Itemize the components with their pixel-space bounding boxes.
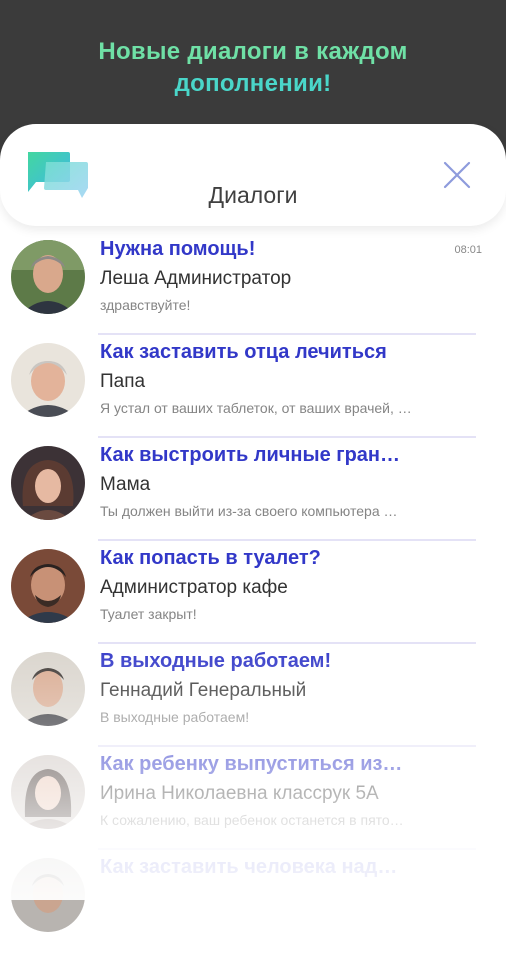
dialog-contact-name: Папа [100,371,146,392]
dialog-row[interactable]: Как выстроить личные гран… Мама Ты долже… [0,438,506,541]
dialog-row[interactable]: Как заставить отца лечиться Папа Я устал… [0,335,506,438]
avatar [11,652,85,726]
dialog-row[interactable]: Как заставить человека над… [0,850,506,953]
dialog-last-message: К сожалению, ваш ребенок останется в пят… [100,812,404,828]
dialog-last-message: В выходные работаем! [100,709,250,725]
dialog-time: 08:01 [454,244,482,256]
dialog-row[interactable]: Как попасть в туалет? Администратор кафе… [0,541,506,644]
promo-line-2: дополнении! [174,70,332,97]
avatar [11,549,85,623]
dialog-row[interactable]: Как ребенку выпуститься из… Ирина Никола… [0,747,506,850]
dialog-last-message: здравствуйте! [100,297,191,313]
promo-line-1: Новые диалоги в каждом [98,38,408,65]
dialog-title: Как выстроить личные гран… [100,444,401,466]
dialog-title: Как заставить человека над… [100,856,398,878]
close-button[interactable] [440,158,474,192]
dialog-last-message: Туалет закрыт! [100,606,197,622]
dialog-title: Как попасть в туалет? [100,547,321,569]
close-icon [443,161,471,189]
avatar [11,446,85,520]
dialog-row[interactable]: Нужна помощь! 08:01 Леша Администратор з… [0,232,506,335]
dialog-contact-name: Геннадий Генеральный [100,680,307,701]
dialog-contact-name: Ирина Николаевна классрук 5А [100,783,379,804]
dialog-title: В выходные работаем! [100,650,332,672]
dialog-list: Нужна помощь! 08:01 Леша Администратор з… [0,232,506,953]
avatar [11,858,85,932]
dialog-last-message: Я устал от ваших таблеток, от ваших врач… [100,400,412,416]
dialog-row[interactable]: В выходные работаем! Геннадий Генеральны… [0,644,506,747]
dialog-contact-name: Леша Администратор [100,268,292,289]
avatar [11,343,85,417]
avatar [11,755,85,829]
dialog-title: Как заставить отца лечиться [100,341,387,363]
dialog-last-message: Ты должен выйти из-за своего компьютера … [100,503,398,519]
avatar [11,240,85,314]
dialog-contact-name: Мама [100,474,151,495]
dialog-title: Нужна помощь! [100,238,256,260]
dialog-contact-name: Администратор кафе [100,577,288,598]
dialog-title: Как ребенку выпуститься из… [100,753,403,775]
promo-text: Новые диалоги в каждом дополнении! [0,36,506,100]
dialogs-header: Диалоги [0,124,506,226]
page-title: Диалоги [208,182,298,208]
